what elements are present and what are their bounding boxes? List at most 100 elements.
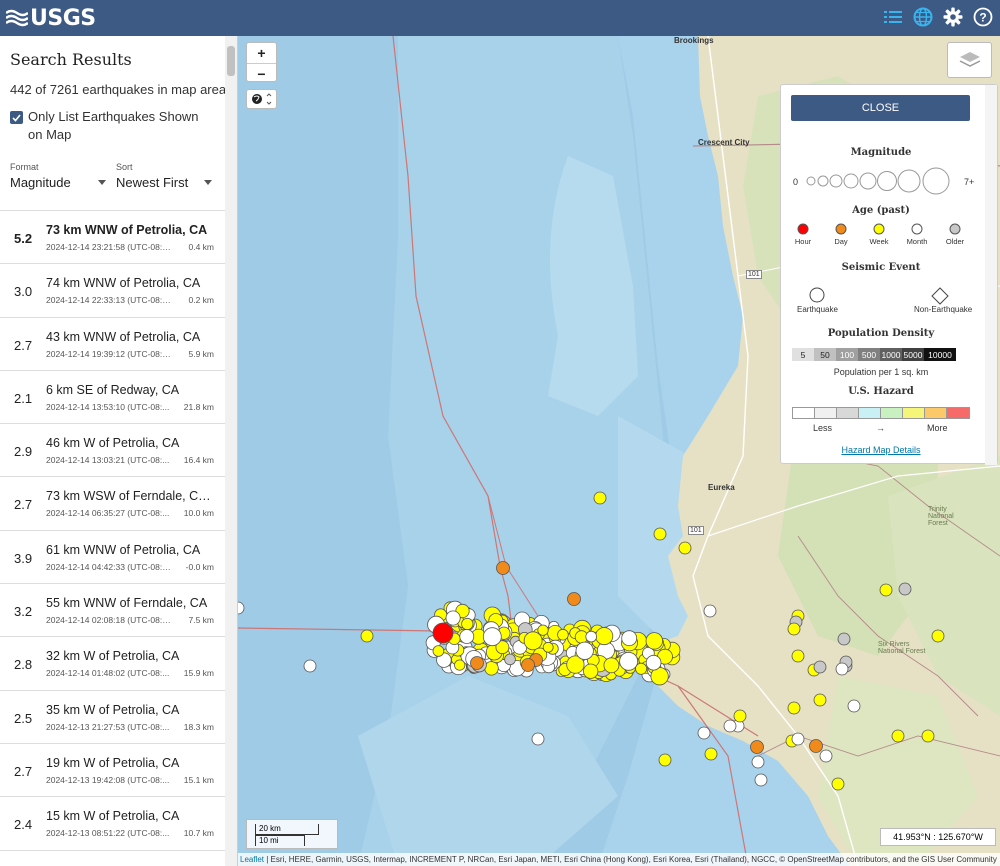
earthquake-marker[interactable] [484,661,499,676]
earthquake-marker[interactable] [567,592,581,606]
layers-button[interactable] [947,42,992,78]
earthquake-marker[interactable] [831,777,845,791]
globe-icon [251,93,271,105]
map-view[interactable]: Brookings Crescent City Eureka Trinity N… [238,36,1000,866]
format-select[interactable]: Format Magnitude [10,162,106,190]
gear-icon[interactable] [942,6,964,28]
earthquake-marker[interactable] [787,622,801,636]
earthquake-marker[interactable] [791,732,805,746]
sidebar-scrollbar[interactable] [225,36,237,866]
earthquake-marker[interactable] [813,660,827,674]
earthquake-marker[interactable] [751,755,765,769]
earthquake-marker[interactable] [931,629,945,643]
age-legend-item: Month [902,223,932,246]
earthquake-marker[interactable] [898,582,912,596]
earthquake-list-item[interactable]: 5.2 73 km WNW of Petrolia, CA 2024-12-14 2… [0,211,226,265]
earthquake-marker[interactable] [813,693,827,707]
earthquake-marker[interactable] [658,753,672,767]
sort-select[interactable]: Sort Newest First [116,162,212,190]
age-dot-icon [949,223,961,235]
earthquake-marker[interactable] [787,701,801,715]
earthquake-marker[interactable] [645,654,662,671]
earthquake-marker[interactable] [791,649,805,663]
earthquake-marker[interactable] [432,622,454,644]
earthquake-list-item[interactable]: 2.4 15 km W of Petrolia, CA 2024-12-13 08:… [0,797,226,851]
earthquake-marker[interactable] [704,747,718,761]
eq-time: 2024-12-14 06:35:27 (UTC-08:... [46,508,170,519]
earthquake-marker[interactable] [703,604,717,618]
earthquake-list-item[interactable]: 2.8 32 km W of Petrolia, CA 2024-12-14 01:… [0,637,226,691]
earthquake-marker[interactable] [819,749,833,763]
hazard-more-label: More [927,423,948,433]
earthquake-marker[interactable] [678,541,692,555]
earthquake-marker[interactable] [595,627,614,646]
only-list-checkbox[interactable]: Only List Earthquakes Shown on Map [10,108,215,144]
hazard-map-link[interactable]: Hazard Map Details [781,445,981,455]
earthquake-marker[interactable] [879,583,893,597]
earthquake-marker[interactable] [585,630,598,643]
zoom-in-button[interactable]: + [247,43,276,63]
earthquake-marker[interactable] [837,632,851,646]
earthquake-marker[interactable] [523,631,543,651]
earthquake-marker[interactable] [583,663,599,679]
earthquake-marker[interactable] [454,659,466,671]
checkbox-checked-icon[interactable] [10,111,23,124]
earthquake-marker[interactable] [432,645,445,657]
eq-depth: 10.7 km [183,828,214,839]
help-icon[interactable]: ? [972,6,994,28]
earthquake-marker[interactable] [733,709,747,723]
earthquake-list-item[interactable]: 2.7 43 km WNW of Petrolia, CA 2024-12-14 1… [0,318,226,371]
close-button[interactable]: CLOSE [791,95,970,121]
earthquake-marker[interactable] [470,656,484,670]
earthquake-list-item[interactable]: 2.5 35 km W of Petrolia, CA 2024-12-13 21:… [0,691,226,744]
earthquake-marker[interactable] [482,627,502,647]
earthquake-marker[interactable] [619,651,639,671]
earthquake-marker[interactable] [542,641,554,653]
earthquake-marker[interactable] [809,739,823,753]
earthquake-marker[interactable] [645,632,664,650]
zoom-control: + − [246,42,277,82]
earthquake-marker[interactable] [921,729,935,743]
earthquake-marker[interactable] [750,740,764,754]
legend-scrollbar[interactable] [985,85,997,465]
earthquake-marker[interactable] [531,732,545,746]
earthquake-marker[interactable] [575,641,594,660]
earthquake-list-item[interactable]: 2.1 6 km SE of Redway, CA 2024-12-14 13:53… [0,371,226,425]
earthquake-list: 5.2 73 km WNW of Petrolia, CA 2024-12-14 2… [0,210,226,851]
earthquake-marker[interactable] [754,773,768,787]
earthquake-marker[interactable] [603,657,620,674]
globe-icon[interactable] [912,6,934,28]
earthquake-marker[interactable] [504,653,516,666]
earthquake-list-item[interactable]: 2.9 46 km W of Petrolia, CA 2024-12-14 13:… [0,424,226,478]
earthquake-marker[interactable] [238,601,245,615]
age-dot-icon [911,223,923,235]
earthquake-marker[interactable] [459,629,475,644]
projection-button[interactable] [246,89,277,109]
earthquake-marker[interactable] [360,629,374,643]
list-icon[interactable] [882,6,904,28]
earthquake-marker[interactable] [847,699,861,713]
earthquake-marker[interactable] [723,719,737,733]
earthquake-marker[interactable] [653,527,667,541]
leaflet-link[interactable]: Leaflet [240,855,264,864]
earthquake-list-item[interactable]: 3.2 55 km WNW of Ferndale, CA 2024-12-14 0… [0,584,226,638]
earthquake-list-item[interactable]: 3.9 61 km WNW of Petrolia, CA 2024-12-14 0… [0,531,226,585]
earthquake-marker[interactable] [697,726,711,740]
earthquake-list-item[interactable]: 2.7 19 km W of Petrolia, CA 2024-12-13 19:… [0,744,226,798]
age-legend-item: Older [940,223,970,246]
earthquake-marker[interactable] [621,630,638,647]
earthquake-marker[interactable] [445,610,461,626]
earthquake-list-item[interactable]: 3.0 74 km WNW of Petrolia, CA 2024-12-14 2… [0,264,226,318]
earthquake-marker[interactable] [461,617,474,631]
zoom-out-button[interactable]: − [247,63,276,83]
earthquake-marker[interactable] [303,659,317,673]
earthquake-marker[interactable] [891,729,905,743]
earthquake-list-item[interactable]: 2.7 73 km WSW of Ferndale, Calif... 2024-1… [0,477,226,531]
earthquake-marker[interactable] [557,628,569,641]
earthquake-marker[interactable] [593,491,607,505]
usgs-logo[interactable]: USGS [6,6,96,31]
earthquake-marker[interactable] [496,561,510,575]
earthquake-marker[interactable] [521,658,535,672]
earthquake-marker[interactable] [835,662,849,676]
top-bar: USGS ? [0,0,1000,36]
